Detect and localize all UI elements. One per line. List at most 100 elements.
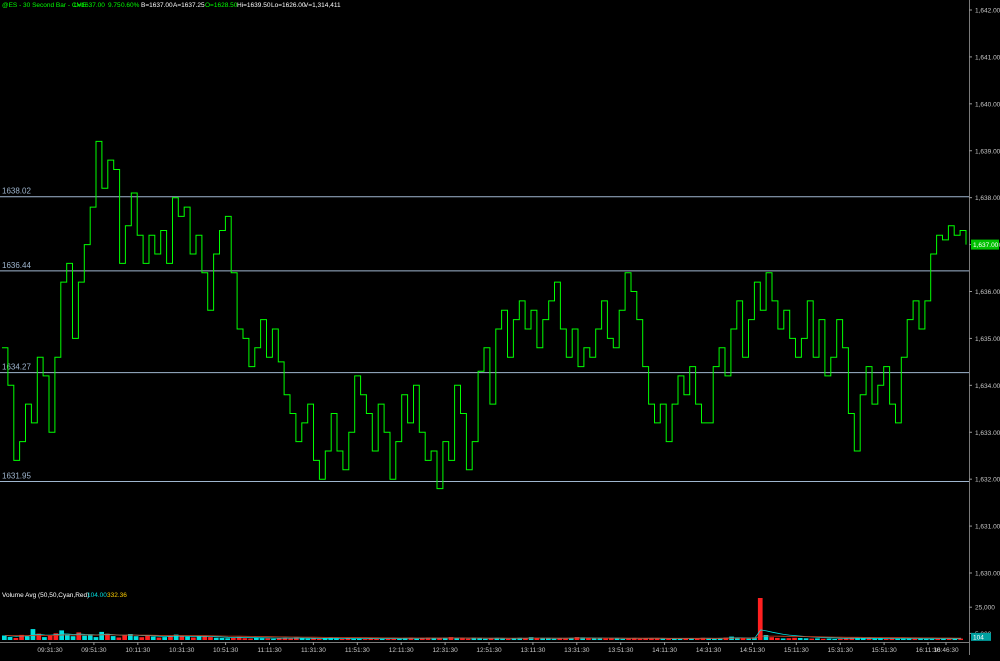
time-axis-tick-label: 11:51:30 — [345, 647, 370, 654]
volume-bar — [179, 636, 185, 640]
time-axis-tick-label: 13:11:30 — [520, 647, 545, 654]
volume-bar — [883, 638, 889, 640]
volume-bar — [551, 638, 557, 640]
time-axis-tick-label: 12:31:30 — [432, 647, 458, 654]
volume-bar — [162, 637, 167, 640]
volume-bar — [620, 638, 626, 640]
volume-bar — [379, 639, 385, 640]
level-label: 1638.02 — [2, 187, 31, 196]
volume-bar — [797, 638, 803, 640]
price-axis-tick-label: 1,640.00 — [975, 101, 1000, 108]
volume-bar — [133, 636, 139, 640]
volume-bar — [259, 638, 265, 640]
time-axis-tick-label: 10:11:30 — [125, 647, 150, 654]
time-axis-tick-label: 09:51:30 — [81, 647, 107, 654]
chart-header-high: Hi=1639.50 — [237, 2, 271, 9]
volume-bar — [528, 637, 534, 640]
volume-bar — [208, 637, 213, 640]
volume-bar — [780, 638, 786, 640]
volume-bar — [477, 638, 482, 640]
volume-bar — [603, 638, 608, 640]
volume-bar — [637, 638, 643, 640]
volume-bar — [265, 638, 271, 640]
volume-bar — [185, 636, 190, 640]
price-axis-tick-label: 1,633.00 — [975, 430, 1000, 437]
volume-bar — [809, 638, 815, 640]
volume-bar — [82, 635, 87, 640]
volume-panel-label: Volume Avg (50,50,Cyan,Red) — [2, 592, 89, 599]
volume-bar — [505, 638, 511, 640]
volume-bar — [935, 639, 941, 640]
chart-header-last: L=1637.00 — [74, 2, 105, 9]
volume-bar — [431, 638, 437, 640]
volume-bar — [757, 598, 763, 640]
volume-bar — [99, 631, 104, 640]
volume-panel-value-fast: 104.00 — [87, 592, 107, 599]
volume-bar — [24, 636, 30, 640]
volume-bar — [820, 638, 826, 640]
volume-bar — [76, 632, 82, 640]
price-axis-tick-label: 1,641.00 — [975, 54, 1000, 61]
time-axis-tick-label: 13:31:30 — [564, 647, 590, 654]
volume-bar — [42, 637, 47, 640]
volume-bar — [47, 635, 53, 640]
time-axis-tick-label: 10:51:30 — [213, 647, 239, 654]
volume-bar — [872, 638, 878, 640]
volume-bar — [483, 638, 488, 640]
volume-bar — [139, 637, 145, 640]
time-axis-tick-label: 12:11:30 — [389, 647, 414, 654]
volume-bar — [832, 639, 837, 640]
level-label: 1631.95 — [2, 472, 31, 481]
volume-bar — [13, 638, 19, 640]
volume-bar — [746, 638, 752, 640]
volume-bar — [122, 635, 127, 640]
level-label: 1634.27 — [2, 363, 31, 372]
volume-bar — [574, 637, 580, 640]
time-axis-tick-label: 09:31:30 — [37, 647, 63, 654]
volume-bar — [546, 638, 551, 640]
time-axis-tick-label: 14:31:30 — [696, 647, 722, 654]
volume-bar — [191, 637, 196, 640]
volume-bar — [460, 638, 465, 640]
volume-bar — [786, 638, 792, 640]
volume-bar — [231, 637, 236, 640]
last-price-label: 1,637.00 — [973, 242, 999, 249]
volume-bar — [196, 636, 202, 640]
price-axis-tick-label: 1,630.00 — [975, 571, 1000, 578]
time-axis-tick-label: 11:31:30 — [301, 647, 326, 654]
volume-axis-tick-label: 25,000 — [975, 605, 995, 612]
time-axis-tick-label: 13:51:30 — [608, 647, 634, 654]
volume-bar — [271, 638, 276, 640]
volume-bar — [838, 638, 843, 640]
time-axis-tick-label: 10:31:30 — [169, 647, 195, 654]
time-axis-tick-label: 14:11:30 — [652, 647, 677, 654]
volume-panel-value-slow: 332.36 — [107, 592, 127, 599]
volume-bar — [93, 637, 99, 640]
time-axis-tick-label: 16:46:30 — [933, 647, 959, 654]
time-axis-tick-label: 15:51:30 — [871, 647, 897, 654]
volume-bar — [769, 637, 774, 640]
chart-header-low: Lo=1626.00 — [271, 2, 306, 9]
volume-bar — [563, 638, 568, 640]
volume-bar — [609, 638, 614, 640]
volume-bar — [7, 637, 13, 640]
volume-bar — [362, 639, 368, 640]
volume-bar — [826, 638, 832, 640]
volume-bar — [219, 638, 225, 640]
time-axis-tick-label: 15:11:30 — [784, 647, 809, 654]
volume-bar — [803, 638, 809, 640]
volume-bar — [116, 637, 122, 640]
time-axis-tick-label: 14:51:30 — [740, 647, 766, 654]
volume-bar — [70, 636, 76, 640]
volume-bar — [316, 638, 322, 640]
price-axis-tick-label: 1,638.00 — [975, 195, 1000, 202]
price-axis-tick-label: 1,636.00 — [975, 289, 1000, 296]
volume-bar — [465, 638, 471, 640]
volume-bar — [694, 638, 700, 640]
volume-bar — [626, 638, 631, 640]
volume-bar — [145, 635, 150, 640]
chart-header-ask: A=1637.25 — [173, 2, 205, 9]
volume-bar — [454, 638, 460, 640]
time-axis-tick-label: 12:51:30 — [476, 647, 502, 654]
volume-bar — [775, 637, 780, 640]
